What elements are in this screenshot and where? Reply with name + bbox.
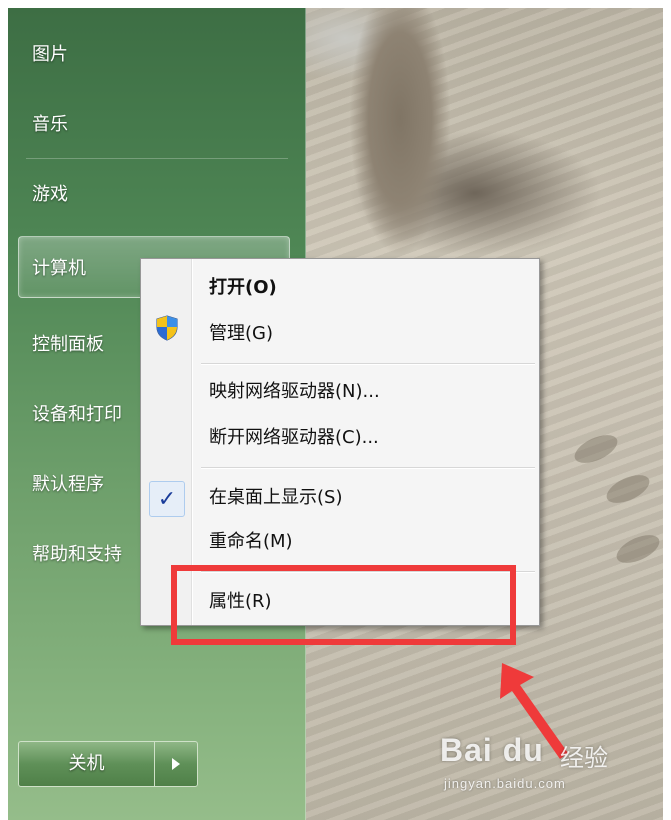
shutdown-options-button[interactable] bbox=[154, 741, 198, 787]
start-item-default-programs[interactable]: 默认程序 bbox=[32, 470, 104, 496]
start-item-music[interactable]: 音乐 bbox=[32, 110, 68, 136]
watermark-url: jingyan.baidu.com bbox=[444, 776, 566, 791]
start-item-games[interactable]: 游戏 bbox=[32, 180, 68, 206]
context-item-show-on-desktop[interactable]: 在桌面上显示(S) bbox=[209, 483, 342, 509]
shutdown-button[interactable]: 关机 bbox=[18, 741, 155, 787]
checkmark-icon: ✓ bbox=[149, 481, 185, 517]
watermark-logo: Bai du bbox=[440, 732, 544, 768]
start-item-computer[interactable]: 计算机 bbox=[32, 254, 86, 280]
context-item-map-drive[interactable]: 映射网络驱动器(N)... bbox=[209, 377, 380, 403]
menu-separator bbox=[26, 158, 288, 159]
start-item-control-panel[interactable]: 控制面板 bbox=[32, 330, 104, 356]
uac-shield-icon bbox=[156, 315, 178, 341]
chevron-right-icon bbox=[172, 758, 180, 770]
annotation-highlight-box bbox=[171, 565, 516, 645]
sand-footprint bbox=[612, 529, 664, 569]
context-separator bbox=[201, 363, 535, 365]
start-item-pictures[interactable]: 图片 bbox=[32, 40, 68, 66]
watermark-text: 经验 bbox=[560, 744, 608, 772]
shutdown-group: 关机 bbox=[18, 741, 198, 787]
baidu-watermark: Bai du 经验 jingyan.baidu.com bbox=[440, 732, 640, 802]
context-item-disconnect-drive[interactable]: 断开网络驱动器(C)... bbox=[209, 423, 379, 449]
sand-footprint bbox=[570, 429, 622, 469]
start-item-help-support[interactable]: 帮助和支持 bbox=[32, 540, 122, 566]
start-item-devices-printers[interactable]: 设备和打印 bbox=[32, 400, 122, 426]
context-separator bbox=[201, 467, 535, 469]
sand-footprint bbox=[602, 469, 654, 509]
context-item-manage[interactable]: 管理(G) bbox=[209, 319, 273, 345]
context-item-rename[interactable]: 重命名(M) bbox=[209, 527, 293, 553]
context-item-open[interactable]: 打开(O) bbox=[209, 273, 277, 299]
